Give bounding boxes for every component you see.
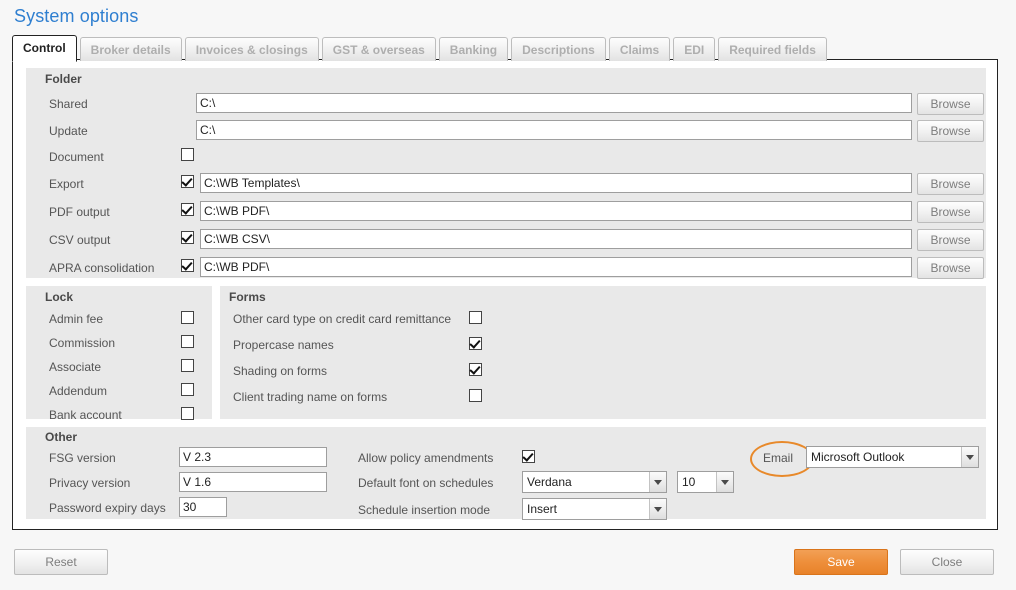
browse-button-apra-consolidation[interactable]: Browse [917,257,984,279]
checkbox-csv-output[interactable] [181,231,194,244]
checkbox-lock-associate[interactable] [181,359,194,372]
checkbox-forms-shading-on-forms[interactable] [469,363,482,376]
label-csv-output: CSV output [49,233,111,247]
folder-group: Folder Shared Browse Update Browse Docum… [26,68,986,279]
tab-required-fields[interactable]: Required fields [718,37,827,61]
tab-banking[interactable]: Banking [438,37,509,61]
label-forms-other-card-type: Other card type on credit card remittanc… [233,312,452,326]
tab-gst-overseas[interactable]: GST & overseas [321,37,436,61]
chevron-down-icon[interactable] [649,499,666,519]
label-password-expiry-days: Password expiry days [49,501,166,515]
input-update-folder[interactable] [196,120,912,140]
browse-button-export[interactable]: Browse [917,173,984,195]
input-export-folder[interactable] [200,173,912,193]
footer-button-bar: Reset Save Close [0,540,1016,590]
label-allow-policy-amendments: Allow policy amendments [358,451,494,465]
save-button[interactable]: Save [794,549,888,575]
checkbox-allow-policy-amendments[interactable] [522,450,535,463]
select-schedule-insertion-mode-value: Insert [527,502,558,516]
browse-button-update[interactable]: Browse [917,120,984,142]
input-password-expiry-days[interactable] [179,497,227,517]
checkbox-apra-consolidation[interactable] [181,259,194,272]
label-email: Email [763,451,794,465]
label-export: Export [49,177,84,191]
select-default-font-size[interactable]: 10 [677,471,734,493]
label-schedule-insertion-mode: Schedule insertion mode [358,503,491,517]
tab-invoices-closings[interactable]: Invoices & closings [184,37,319,61]
chevron-down-icon[interactable] [961,447,978,467]
checkbox-document[interactable] [181,148,194,161]
checkbox-lock-admin-fee[interactable] [181,311,194,324]
browse-button-csv-output[interactable]: Browse [917,229,984,251]
checkbox-lock-bank-account[interactable] [181,407,194,420]
tab-edi[interactable]: EDI [673,37,716,61]
checkbox-lock-addendum[interactable] [181,383,194,396]
tab-broker-details[interactable]: Broker details [79,37,182,61]
input-shared-folder[interactable] [196,93,912,113]
label-document: Document [49,150,104,164]
browse-button-shared[interactable]: Browse [917,93,984,115]
checkbox-export[interactable] [181,175,194,188]
checkbox-forms-other-card-type[interactable] [469,311,482,324]
chevron-down-icon[interactable] [716,472,733,492]
label-forms-shading-on-forms: Shading on forms [233,364,328,378]
browse-button-pdf-output[interactable]: Browse [917,201,984,223]
close-button[interactable]: Close [900,549,994,575]
checkbox-pdf-output[interactable] [181,203,194,216]
label-lock-admin-fee: Admin fee [49,312,104,326]
label-lock-associate: Associate [49,360,102,374]
select-email-client[interactable]: Microsoft Outlook [806,446,979,468]
forms-group-title: Forms [229,290,266,304]
input-apra-consolidation-folder[interactable] [200,257,912,277]
label-update: Update [49,124,88,138]
input-privacy-version[interactable] [179,472,327,492]
tab-descriptions[interactable]: Descriptions [511,37,606,61]
control-tab-panel: Folder Shared Browse Update Browse Docum… [12,59,998,530]
checkbox-lock-commission[interactable] [181,335,194,348]
select-default-font[interactable]: Verdana [522,471,667,493]
checkbox-forms-propercase-names[interactable] [469,337,482,350]
page-title: System options [14,6,139,26]
lock-group: Lock Admin fee Commission Associate Adde… [26,286,212,422]
reset-button[interactable]: Reset [14,549,108,575]
select-default-font-value: Verdana [527,475,572,489]
lock-group-title: Lock [45,290,74,304]
select-email-client-value: Microsoft Outlook [811,450,905,464]
label-privacy-version: Privacy version [49,476,131,490]
chevron-down-icon[interactable] [649,472,666,492]
tab-control[interactable]: Control [12,35,77,62]
other-group: Other FSG version Privacy version Passwo… [26,427,986,520]
label-lock-bank-account: Bank account [49,408,122,422]
select-default-font-size-value: 10 [682,475,696,489]
label-pdf-output: PDF output [49,205,110,219]
forms-group: Forms Other card type on credit card rem… [220,286,986,419]
label-shared: Shared [49,97,88,111]
folder-group-title: Folder [45,72,82,86]
input-fsg-version[interactable] [179,447,327,467]
label-lock-commission: Commission [49,336,116,350]
label-forms-client-trading-name: Client trading name on forms [233,390,388,404]
label-lock-addendum: Addendum [49,384,108,398]
checkbox-forms-client-trading-name[interactable] [469,389,482,402]
label-apra-consolidation: APRA consolidation [49,261,155,275]
tab-strip: Control Broker details Invoices & closin… [12,35,830,62]
label-fsg-version: FSG version [49,451,116,465]
label-forms-propercase-names: Propercase names [233,338,334,352]
select-schedule-insertion-mode[interactable]: Insert [522,498,667,520]
input-csv-output-folder[interactable] [200,229,912,249]
other-group-title: Other [45,430,78,444]
input-pdf-output-folder[interactable] [200,201,912,221]
label-default-font-on-schedules: Default font on schedules [358,476,494,490]
tab-claims[interactable]: Claims [608,37,671,61]
